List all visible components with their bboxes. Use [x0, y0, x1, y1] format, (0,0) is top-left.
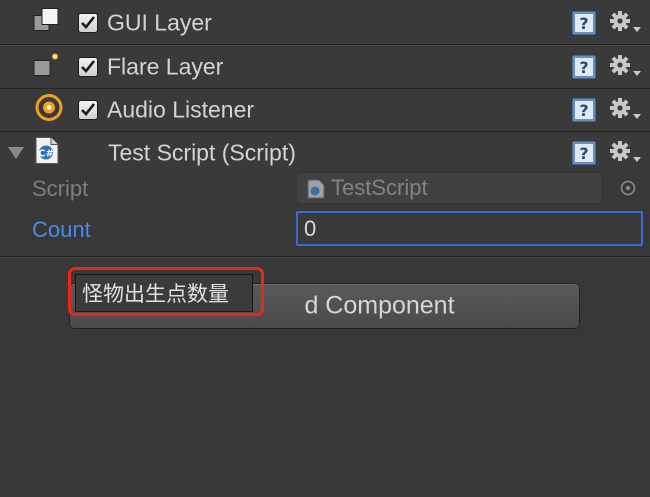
count-input-field[interactable]: 0	[296, 211, 643, 246]
gear-icon[interactable]	[608, 139, 642, 167]
flare-layer-icon	[32, 51, 62, 84]
component-row-flare-layer: Flare Layer ?	[0, 46, 650, 89]
inspector-separator	[0, 256, 650, 257]
svg-text:C#: C#	[38, 149, 54, 160]
script-asset-icon	[307, 179, 325, 204]
component-title: Audio Listener	[107, 96, 255, 123]
component-row-gui-layer: GUI Layer ?	[0, 2, 650, 45]
script-object-field[interactable]: TestScript	[296, 172, 602, 204]
foldout-arrow-icon[interactable]	[6, 144, 26, 162]
svg-text:?: ?	[579, 144, 588, 163]
csharp-script-icon: C#	[34, 136, 60, 171]
svg-text:?: ?	[579, 58, 588, 77]
svg-text:?: ?	[579, 101, 588, 120]
script-property-label: Script	[32, 176, 89, 201]
gear-icon[interactable]	[608, 53, 642, 81]
count-input-value: 0	[304, 215, 317, 241]
component-row-audio-listener: Audio Listener ?	[0, 89, 650, 132]
svg-text:?: ?	[579, 14, 588, 33]
red-highlight-annotation	[68, 267, 264, 316]
flare-layer-enabled-checkbox[interactable]	[78, 57, 98, 77]
gui-layer-enabled-checkbox[interactable]	[78, 13, 98, 33]
component-title: GUI Layer	[107, 9, 212, 36]
gear-icon[interactable]	[608, 9, 642, 37]
component-title: Test Script (Script)	[108, 139, 296, 166]
component-row-test-script: C# Test Script (Script) ?	[0, 132, 650, 174]
object-picker-icon[interactable]	[619, 179, 637, 197]
help-icon[interactable]: ?	[571, 140, 597, 166]
audio-listener-enabled-checkbox[interactable]	[78, 100, 98, 120]
component-title: Flare Layer	[107, 53, 224, 80]
help-icon[interactable]: ?	[571, 54, 597, 80]
script-object-value: TestScript	[331, 175, 428, 200]
help-icon[interactable]: ?	[571, 10, 597, 36]
gear-icon[interactable]	[608, 96, 642, 124]
audio-listener-icon	[34, 93, 64, 128]
gui-layer-icon	[32, 7, 62, 40]
help-icon[interactable]: ?	[571, 97, 597, 123]
count-property-label: Count	[32, 217, 91, 242]
